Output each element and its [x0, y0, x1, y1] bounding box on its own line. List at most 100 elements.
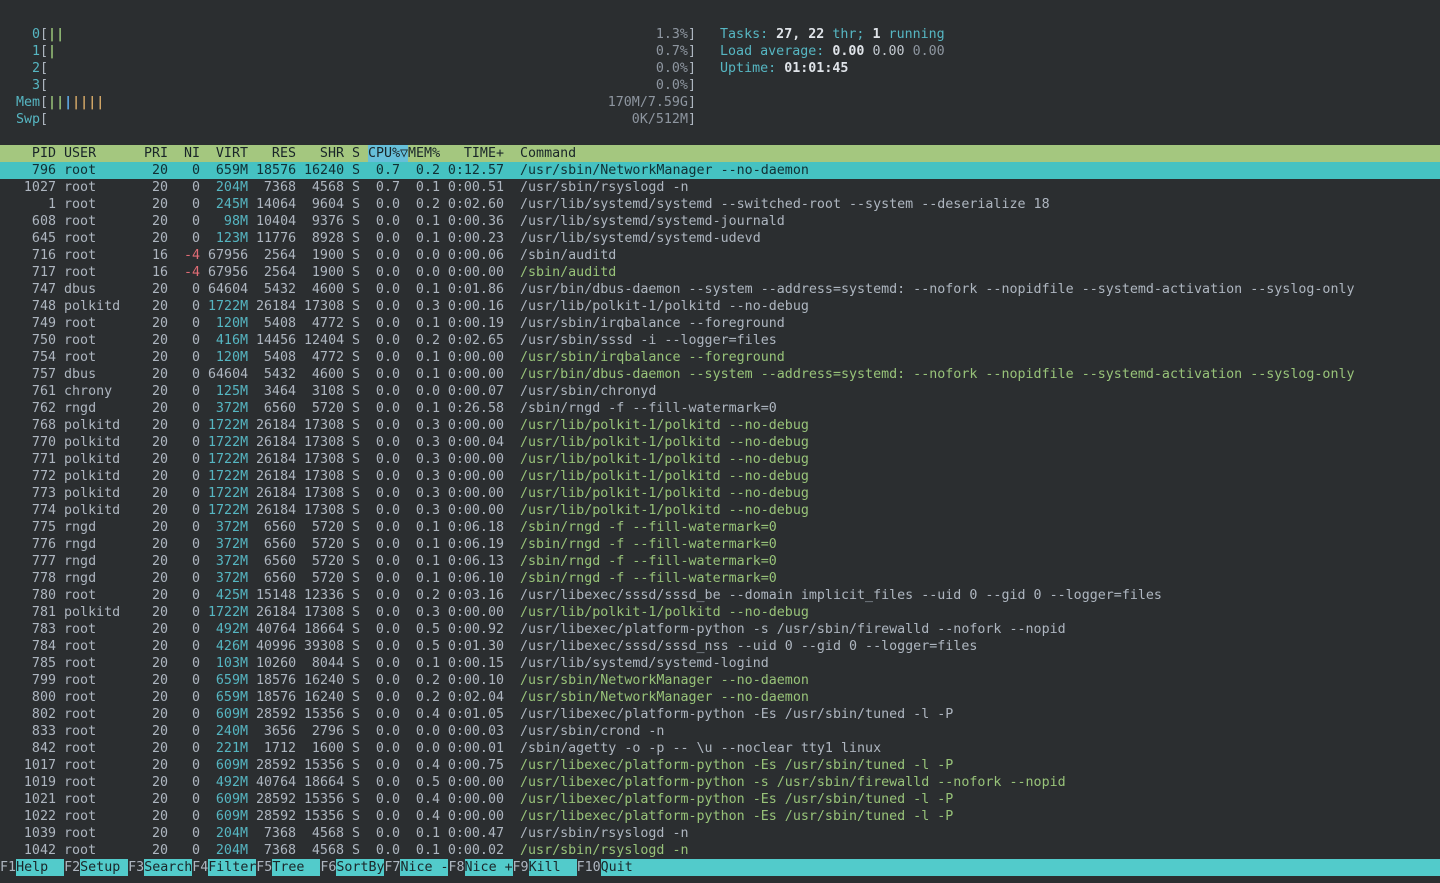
- process-row-1039[interactable]: 1039root200204M73684568S0.0 0.10:00.47/u…: [0, 825, 1440, 842]
- process-row-777[interactable]: 777rngd200372M65605720S0.0 0.10:06.13/sb…: [0, 553, 1440, 570]
- cell-pid: 645: [0, 230, 56, 247]
- fnkey-f10[interactable]: F10Quit: [577, 859, 1440, 876]
- column-header-shr[interactable]: SHR: [304, 145, 344, 162]
- process-row-833[interactable]: 833root200240M36562796S0.0 0.00:00.03/us…: [0, 723, 1440, 740]
- process-row-770[interactable]: 770polkitd2001722M2618417308S0.0 0.30:00…: [0, 434, 1440, 451]
- cell-virt: 240M: [208, 723, 248, 740]
- process-row-796[interactable]: 796root200659M1857616240S0.7 0.20:12.57/…: [0, 162, 1440, 179]
- process-row-774[interactable]: 774polkitd2001722M2618417308S0.0 0.30:00…: [0, 502, 1440, 519]
- process-row-754[interactable]: 754root200120M54084772S0.0 0.10:00.00/us…: [0, 349, 1440, 366]
- fnkey-f1[interactable]: F1Help: [0, 859, 64, 876]
- process-row-1[interactable]: 1root200245M140649604S0.0 0.20:02.60/usr…: [0, 196, 1440, 213]
- cell-ni: 0: [176, 417, 200, 434]
- fnkey-f5[interactable]: F5Tree: [256, 859, 320, 876]
- cell-user: polkitd: [64, 417, 136, 434]
- function-key-bar: F1HelpF2SetupF3SearchF4FilterF5TreeF6Sor…: [0, 859, 1440, 876]
- process-row-778[interactable]: 778rngd200372M65605720S0.0 0.10:06.10/sb…: [0, 570, 1440, 587]
- cell-pri: 20: [144, 179, 168, 196]
- process-row-1021[interactable]: 1021root200609M2859215356S0.0 0.40:00.00…: [0, 791, 1440, 808]
- fnkey-f2[interactable]: F2Setup: [64, 859, 128, 876]
- cell-pri: 20: [144, 400, 168, 417]
- fnkey-f3[interactable]: F3Search: [128, 859, 192, 876]
- cell-time: 0:01.30: [440, 638, 504, 655]
- cpu-3-meter: 3[0.0%]: [16, 77, 696, 94]
- cell-ni: -4: [176, 264, 200, 281]
- cell-cpu: 0.0: [368, 689, 400, 706]
- cell-res: 5432: [256, 281, 296, 298]
- cell-pid: 750: [0, 332, 56, 349]
- cell-virt: 221M: [208, 740, 248, 757]
- fnkey-f8[interactable]: F8Nice +: [448, 859, 512, 876]
- cell-pid: 833: [0, 723, 56, 740]
- process-row-761[interactable]: 761chrony200125M34643108S0.0 0.00:00.07/…: [0, 383, 1440, 400]
- process-row-783[interactable]: 783root200492M4076418664S0.0 0.50:00.92/…: [0, 621, 1440, 638]
- column-header-cpu[interactable]: CPU%: [368, 145, 400, 162]
- cell-pid: 778: [0, 570, 56, 587]
- cell-command: /usr/sbin/irqbalance --foreground: [520, 349, 1440, 366]
- process-row-747[interactable]: 747dbus2006460454324600S0.0 0.10:01.86/u…: [0, 281, 1440, 298]
- process-row-1027[interactable]: 1027root200204M73684568S0.7 0.10:00.51/u…: [0, 179, 1440, 196]
- process-row-750[interactable]: 750root200416M1445612404S0.0 0.20:02.65/…: [0, 332, 1440, 349]
- process-row-768[interactable]: 768polkitd2001722M2618417308S0.0 0.30:00…: [0, 417, 1440, 434]
- fnkey-f9[interactable]: F9Kill: [513, 859, 577, 876]
- cell-shr: 9376: [304, 213, 344, 230]
- process-row-776[interactable]: 776rngd200372M65605720S0.0 0.10:06.19/sb…: [0, 536, 1440, 553]
- process-row-716[interactable]: 716root16-46795625641900S0.0 0.00:00.06/…: [0, 247, 1440, 264]
- column-header-user[interactable]: USER: [64, 145, 136, 162]
- process-row-802[interactable]: 802root200609M2859215356S0.0 0.40:01.05/…: [0, 706, 1440, 723]
- process-row-1019[interactable]: 1019root200492M4076418664S0.0 0.50:00.00…: [0, 774, 1440, 791]
- column-header-virt[interactable]: VIRT: [208, 145, 248, 162]
- process-row-772[interactable]: 772polkitd2001722M2618417308S0.0 0.30:00…: [0, 468, 1440, 485]
- process-row-800[interactable]: 800root200659M1857616240S0.0 0.20:02.04/…: [0, 689, 1440, 706]
- cell-state: S: [352, 383, 360, 400]
- process-row-608[interactable]: 608root20098M104049376S0.0 0.10:00.36/us…: [0, 213, 1440, 230]
- column-header-command[interactable]: Command: [520, 145, 1440, 162]
- column-header-res[interactable]: RES: [256, 145, 296, 162]
- cell-time: 0:06.10: [440, 570, 504, 587]
- column-header-pri[interactable]: PRI: [144, 145, 168, 162]
- fnkey-f4[interactable]: F4Filter: [192, 859, 256, 876]
- process-row-842[interactable]: 842root200221M17121600S0.0 0.00:00.01/sb…: [0, 740, 1440, 757]
- process-row-799[interactable]: 799root200659M1857616240S0.0 0.20:00.10/…: [0, 672, 1440, 689]
- cell-command: /sbin/rngd -f --fill-watermark=0: [520, 570, 1440, 587]
- process-row-1042[interactable]: 1042root200204M73684568S0.0 0.10:00.02/u…: [0, 842, 1440, 859]
- cell-gap: [400, 740, 408, 757]
- cell-shr: 16240: [304, 162, 344, 179]
- cell-ni: -4: [176, 247, 200, 264]
- process-row-785[interactable]: 785root200103M102608044S0.0 0.10:00.15/u…: [0, 655, 1440, 672]
- column-header-ni[interactable]: NI: [176, 145, 200, 162]
- cell-time: 0:06.18: [440, 519, 504, 536]
- cell-pri: 20: [144, 213, 168, 230]
- process-row-762[interactable]: 762rngd200372M65605720S0.0 0.10:26.58/sb…: [0, 400, 1440, 417]
- cell-gap: [400, 723, 408, 740]
- process-row-1022[interactable]: 1022root200609M2859215356S0.0 0.40:00.00…: [0, 808, 1440, 825]
- process-row-1017[interactable]: 1017root200609M2859215356S0.0 0.40:00.75…: [0, 757, 1440, 774]
- cell-ni: 0: [176, 451, 200, 468]
- fnkey-f7[interactable]: F7Nice -: [384, 859, 448, 876]
- process-row-775[interactable]: 775rngd200372M65605720S0.0 0.10:06.18/sb…: [0, 519, 1440, 536]
- process-row-781[interactable]: 781polkitd2001722M2618417308S0.0 0.30:00…: [0, 604, 1440, 621]
- column-header-time[interactable]: TIME+: [440, 145, 504, 162]
- process-row-780[interactable]: 780root200425M1514812336S0.0 0.20:03.16/…: [0, 587, 1440, 604]
- process-row-773[interactable]: 773polkitd2001722M2618417308S0.0 0.30:00…: [0, 485, 1440, 502]
- cell-ni: 0: [176, 723, 200, 740]
- cell-user: rngd: [64, 570, 136, 587]
- process-row-771[interactable]: 771polkitd2001722M2618417308S0.0 0.30:00…: [0, 451, 1440, 468]
- cell-gap: [400, 247, 408, 264]
- column-header-pid[interactable]: PID: [0, 145, 56, 162]
- cell-mem: 0.2: [408, 689, 440, 706]
- column-header-s[interactable]: S: [352, 145, 360, 162]
- fnkey-f6[interactable]: F6SortBy: [320, 859, 384, 876]
- column-header-mem[interactable]: MEM%: [408, 145, 440, 162]
- cell-shr: 4772: [304, 349, 344, 366]
- cell-mem: 0.1: [408, 230, 440, 247]
- process-row-757[interactable]: 757dbus2006460454324600S0.0 0.10:00.00/u…: [0, 366, 1440, 383]
- process-row-645[interactable]: 645root200123M117768928S0.0 0.10:00.23/u…: [0, 230, 1440, 247]
- process-row-784[interactable]: 784root200426M4099639308S0.0 0.50:01.30/…: [0, 638, 1440, 655]
- process-row-749[interactable]: 749root200120M54084772S0.0 0.10:00.19/us…: [0, 315, 1440, 332]
- process-row-748[interactable]: 748polkitd2001722M2618417308S0.0 0.30:00…: [0, 298, 1440, 315]
- cell-state: S: [352, 706, 360, 723]
- cell-ni: 0: [176, 536, 200, 553]
- cell-pri: 20: [144, 281, 168, 298]
- process-row-717[interactable]: 717root16-46795625641900S0.0 0.00:00.00/…: [0, 264, 1440, 281]
